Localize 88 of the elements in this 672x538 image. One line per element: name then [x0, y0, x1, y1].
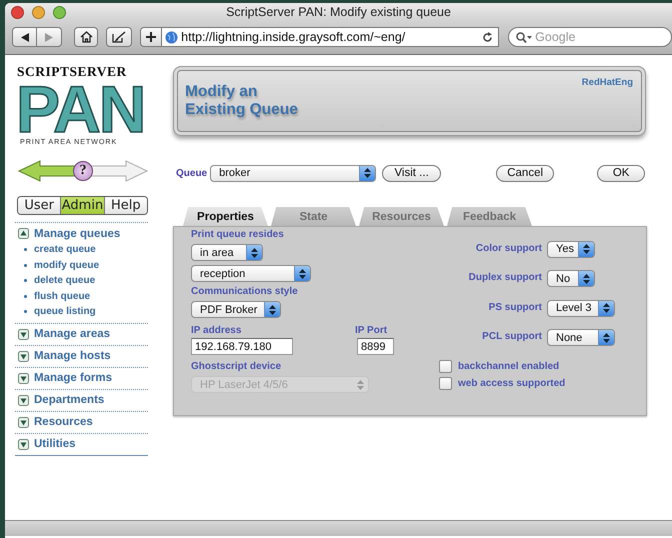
forward-button[interactable]: [37, 27, 62, 47]
updown-arrows-icon: [603, 332, 610, 342]
updown-arrows-icon: [357, 380, 364, 390]
expand-icon[interactable]: [18, 416, 29, 428]
checkbox[interactable]: [439, 377, 452, 390]
menu-section[interactable]: Manage forms: [34, 372, 112, 384]
checkbox-label: backchannel enabled: [458, 361, 560, 372]
visit-button[interactable]: Visit ...: [382, 164, 442, 182]
user-name: RedHatEng: [582, 77, 633, 90]
help-button[interactable]: ?: [73, 161, 93, 181]
field-label: Color support: [476, 242, 542, 254]
zoom-icon[interactable]: [53, 6, 66, 19]
bullet-icon: [24, 264, 27, 267]
minimize-icon[interactable]: [32, 6, 45, 19]
updown-arrows-icon: [269, 304, 276, 314]
edit-button[interactable]: [106, 27, 132, 47]
menu-section[interactable]: Utilities: [34, 438, 76, 450]
reload-icon[interactable]: [482, 32, 494, 42]
support-select[interactable]: Yes: [547, 240, 595, 258]
menu-link[interactable]: modify queue: [34, 260, 100, 271]
bullet-icon: [24, 279, 27, 282]
ip-address-field[interactable]: 192.168.79.180: [191, 338, 293, 355]
window-title: ScriptServer PAN: Modify existing queue: [226, 4, 451, 18]
logo-mark: PAN: [16, 81, 144, 137]
brand-name: SCRIPTSERVER: [17, 64, 127, 80]
right-triangle-icon: [45, 32, 53, 42]
support-select[interactable]: None: [547, 329, 615, 346]
home-button[interactable]: [74, 27, 98, 47]
updown-arrows-icon: [364, 168, 372, 178]
field-label: IP address: [191, 325, 242, 336]
updown-arrows-icon: [251, 248, 258, 258]
menu-section[interactable]: Departments: [34, 394, 104, 406]
page-heading: Modify an Existing Queue: [185, 83, 298, 120]
expand-icon[interactable]: [18, 372, 29, 384]
field-label: Print queue resides: [191, 229, 284, 240]
ip-port-field[interactable]: 8899: [357, 338, 394, 355]
menu-link[interactable]: create queue: [34, 244, 96, 256]
plus-icon: [146, 32, 156, 42]
ok-button[interactable]: OK: [597, 164, 646, 182]
menu-section[interactable]: Manage areas: [34, 328, 110, 340]
left-triangle-icon: [20, 32, 28, 42]
updown-arrows-icon: [583, 244, 590, 254]
menu-section[interactable]: Manage queues: [34, 228, 120, 240]
expand-icon[interactable]: [18, 328, 29, 340]
bullet-icon: [24, 294, 27, 298]
queue-select[interactable]: broker: [210, 164, 376, 182]
checkbox[interactable]: [439, 360, 452, 373]
close-icon[interactable]: [11, 6, 24, 19]
cancel-button[interactable]: Cancel: [496, 164, 554, 182]
field-label: Duplex support: [468, 272, 542, 284]
checkbox-label: web access supported: [458, 378, 566, 389]
updown-arrows-icon: [583, 274, 590, 284]
field-label: PS support: [488, 302, 542, 313]
mode-tab[interactable]: Admin: [60, 197, 104, 214]
back-arrow-icon[interactable]: [18, 160, 76, 182]
communication-select[interactable]: PDF Broker: [191, 301, 281, 318]
pencil-icon: [112, 31, 126, 43]
menu-link[interactable]: queue listing: [34, 306, 96, 318]
search-icon: [516, 32, 532, 42]
support-select[interactable]: Level 3: [547, 300, 615, 316]
house-icon: [80, 31, 93, 43]
expand-icon[interactable]: [18, 394, 29, 406]
menu-link[interactable]: delete queue: [34, 275, 96, 286]
mode-tab[interactable]: User: [18, 197, 60, 214]
field-label: IP Port: [355, 325, 388, 336]
mode-tab[interactable]: Help: [104, 197, 147, 214]
back-button[interactable]: [12, 27, 37, 47]
updown-arrows-icon: [603, 303, 610, 313]
globe-icon: [165, 30, 178, 44]
tab[interactable]: Properties: [183, 207, 268, 226]
add-bookmark-button[interactable]: [140, 27, 162, 47]
location-select[interactable]: in area: [191, 244, 263, 261]
support-select[interactable]: No: [547, 270, 595, 287]
expand-icon[interactable]: [18, 350, 29, 362]
expand-icon[interactable]: [18, 438, 29, 450]
menu-section[interactable]: Manage hosts: [34, 350, 111, 362]
menu-link[interactable]: flush queue: [34, 290, 90, 302]
bullet-icon: [24, 248, 27, 252]
field-label: Communications style: [191, 286, 298, 297]
address-field[interactable]: http://lightning.inside.graysoft.com/~eng/: [162, 27, 500, 47]
collapse-icon[interactable]: [18, 228, 29, 239]
field-label: PCL support: [482, 331, 542, 342]
area-select[interactable]: reception: [191, 265, 311, 282]
menu-section[interactable]: Resources: [34, 416, 93, 428]
updown-arrows-icon: [299, 268, 306, 278]
field-label: Ghostscript device: [191, 361, 282, 372]
field-label: Queue: [176, 168, 208, 178]
bullet-icon: [24, 310, 27, 314]
